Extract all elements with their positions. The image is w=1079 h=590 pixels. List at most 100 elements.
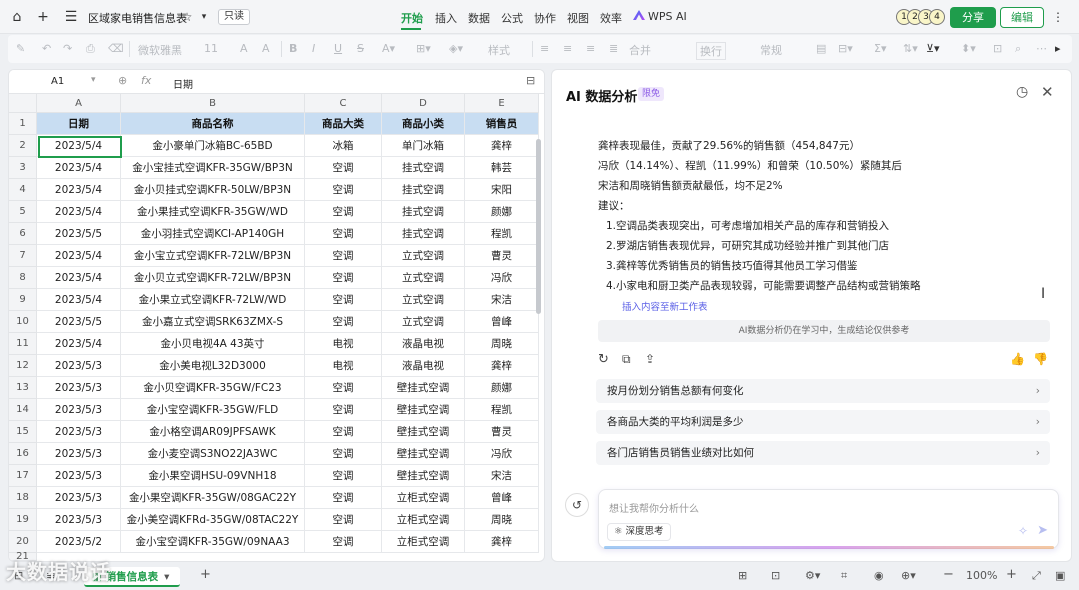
row-header[interactable]: 8 (9, 267, 37, 289)
row-header[interactable]: 3 (9, 157, 37, 179)
table-cell[interactable]: 2023/5/4 (37, 157, 121, 179)
suggestion-item[interactable]: 各门店销售员销售业绩对比如何 › (596, 441, 1050, 465)
sparkle-icon[interactable]: ✧ (1018, 524, 1028, 538)
menu-start[interactable]: 开始 (401, 10, 423, 26)
row-header[interactable]: 17 (9, 465, 37, 487)
italic-icon[interactable]: I (312, 42, 315, 55)
menu-formula[interactable]: 公式 (501, 10, 523, 26)
table-cell[interactable]: 空调 (305, 179, 382, 201)
row-header[interactable]: 19 (9, 509, 37, 531)
wrap-button[interactable]: 换行 (696, 42, 726, 60)
table-cell[interactable]: 2023/5/4 (37, 245, 121, 267)
history-icon[interactable]: ◷ (1016, 84, 1028, 100)
home-icon[interactable]: ⌂ (8, 8, 26, 26)
row-header[interactable]: 4 (9, 179, 37, 201)
eraser-icon[interactable]: ⌫ (108, 42, 124, 55)
share-icon[interactable]: ⇪ (645, 352, 655, 366)
zoom-out-icon[interactable]: − (943, 567, 954, 582)
table-cell[interactable]: 空调 (305, 465, 382, 487)
table-cell[interactable]: 2023/5/3 (37, 377, 121, 399)
table-cell[interactable]: 电视 (305, 355, 382, 377)
table-cell[interactable]: 金小格空调AR09JPFSAWK (121, 421, 305, 443)
thumbs-down-icon[interactable]: 👎 (1033, 352, 1048, 366)
table-cell[interactable]: 2023/5/4 (37, 135, 121, 157)
new-tab-icon[interactable]: + (34, 8, 52, 26)
edit-button[interactable]: 编辑 (1000, 7, 1044, 28)
row-header[interactable]: 16 (9, 443, 37, 465)
table-cell[interactable]: 颜娜 (465, 201, 539, 223)
expand-formula-icon[interactable]: ⊟ (526, 74, 535, 87)
table-cell[interactable]: 韩芸 (465, 157, 539, 179)
table-cell[interactable]: 2023/5/2 (37, 531, 121, 553)
row-header[interactable]: 12 (9, 355, 37, 377)
table-cell[interactable]: 2023/5/4 (37, 201, 121, 223)
row-header[interactable]: 14 (9, 399, 37, 421)
table-icon[interactable]: ▤ (816, 42, 826, 55)
table-cell[interactable]: 空调 (305, 201, 382, 223)
table-cell[interactable]: 壁挂式空调 (382, 399, 465, 421)
table-cell[interactable]: 金小豪单门冰箱BC-65BD (121, 135, 305, 157)
share-button[interactable]: 分享 (950, 7, 996, 28)
table-cell[interactable]: 立柜式空调 (382, 509, 465, 531)
table-cell[interactable]: 2023/5/3 (37, 443, 121, 465)
table-cell[interactable]: 金小宝挂式空调KFR-35GW/BP3N (121, 157, 305, 179)
table-cell[interactable]: 立柜式空调 (382, 487, 465, 509)
table-cell[interactable]: 金小果空调KFR-35GW/08GAC22Y (121, 487, 305, 509)
find-icon[interactable]: ⌕ (1015, 42, 1021, 56)
table-cell[interactable]: 周晓 (465, 333, 539, 355)
table-cell[interactable]: 周晓 (465, 509, 539, 531)
table-cell[interactable]: 2023/5/4 (37, 289, 121, 311)
table-cell[interactable]: 空调 (305, 443, 382, 465)
menu-data[interactable]: 数据 (468, 10, 490, 26)
table-cell[interactable]: 壁挂式空调 (382, 377, 465, 399)
table-cell[interactable]: 单门冰箱 (382, 135, 465, 157)
table-cell[interactable]: 2023/5/4 (37, 267, 121, 289)
table-cell[interactable]: 挂式空调 (382, 223, 465, 245)
fit-window-icon[interactable]: ⤢ (1032, 569, 1041, 583)
table-cell[interactable]: 金小贝立式空调KFR-72LW/BP3N (121, 267, 305, 289)
zoom-icon[interactable]: ⊕ (118, 74, 127, 87)
table-cell[interactable]: 空调 (305, 311, 382, 333)
table-cell[interactable]: 金小果立式空调KFR-72LW/WD (121, 289, 305, 311)
table-cell[interactable]: 2023/5/3 (37, 487, 121, 509)
row-header[interactable]: 10 (9, 311, 37, 333)
menu-collab[interactable]: 协作 (534, 10, 556, 26)
reading-view-icon[interactable]: ⊡ (771, 569, 780, 582)
freeze-icon[interactable]: ⊡ (993, 42, 1002, 55)
focus-icon[interactable]: ⊕▾ (901, 569, 916, 582)
sum-icon[interactable]: Σ▾ (874, 42, 886, 55)
align-left-icon[interactable]: ≡ (540, 42, 549, 55)
table-cell[interactable]: 空调 (305, 531, 382, 553)
table-cell[interactable]: 冯欣 (465, 267, 539, 289)
table-cell[interactable]: 颜娜 (465, 377, 539, 399)
row-header[interactable]: 6 (9, 223, 37, 245)
filter-icon[interactable]: ⊻▾ (926, 42, 940, 55)
zoom-in-icon[interactable]: + (1006, 567, 1017, 582)
table-cell[interactable]: 挂式空调 (382, 201, 465, 223)
row-header[interactable]: 20 (9, 531, 37, 553)
menu-wps-ai[interactable]: WPS AI (633, 10, 687, 23)
table-cell[interactable]: 金小宝空调KFR-35GW/FLD (121, 399, 305, 421)
table-cell[interactable]: 金小羽挂式空调KCI-AP140GH (121, 223, 305, 245)
column-header[interactable]: C (305, 94, 382, 113)
suggestion-item[interactable]: 各商品大类的平均利润是多少 › (596, 410, 1050, 434)
insert-to-sheet-link[interactable]: 插入内容至新工作表 (622, 299, 708, 313)
split-icon[interactable]: ⌗ (841, 569, 847, 583)
fill-color-icon[interactable]: ◈▾ (449, 42, 463, 55)
header-cell[interactable]: 商品名称 (121, 113, 305, 135)
insert-icon[interactable]: ⊟▾ (838, 42, 853, 55)
table-cell[interactable]: 程凯 (465, 223, 539, 245)
table-cell[interactable]: 2023/5/3 (37, 399, 121, 421)
table-cell[interactable]: 曹灵 (465, 245, 539, 267)
name-box[interactable]: A1 (51, 76, 64, 87)
star-icon[interactable]: ☆ (178, 8, 196, 26)
table-cell[interactable]: 2023/5/5 (37, 223, 121, 245)
table-cell[interactable]: 龚梓 (465, 355, 539, 377)
row-header[interactable]: 15 (9, 421, 37, 443)
avatar[interactable]: 4 (929, 9, 945, 25)
table-cell[interactable]: 宋阳 (465, 179, 539, 201)
undo-icon[interactable]: ↶ (42, 42, 51, 55)
table-cell[interactable]: 冯欣 (465, 443, 539, 465)
underline-icon[interactable]: U (334, 42, 342, 55)
table-cell[interactable]: 立式空调 (382, 245, 465, 267)
